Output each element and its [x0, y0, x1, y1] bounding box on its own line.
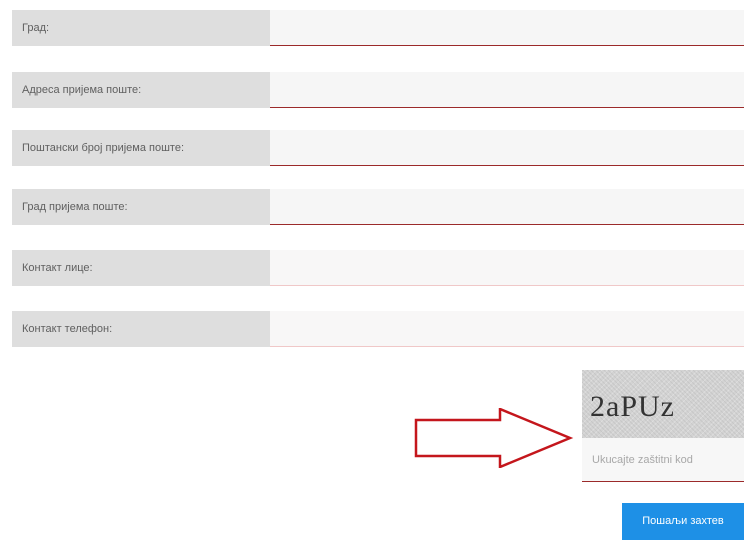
form-row-contact-phone: Контакт телефон:: [12, 311, 744, 347]
captcha-image: 2aPUz: [582, 370, 744, 438]
field-label-mail-address: Адреса пријема поште:: [12, 72, 270, 108]
city-input[interactable]: [270, 10, 744, 45]
contact-person-field-wrapper: [270, 250, 744, 286]
mail-address-input[interactable]: [270, 72, 744, 107]
field-label-city: Град:: [12, 10, 270, 46]
field-label-contact-phone: Контакт телефон:: [12, 311, 270, 347]
contact-phone-field-wrapper: [270, 311, 744, 347]
captcha-block: 2aPUz: [582, 370, 744, 482]
form-row-postal-code: Поштански број пријема поште:: [12, 130, 744, 166]
mail-city-input[interactable]: [270, 189, 744, 224]
field-label-postal-code: Поштански број пријема поште:: [12, 130, 270, 166]
form-row-mail-address: Адреса пријема поште:: [12, 72, 744, 108]
captcha-code: 2aPUz: [590, 390, 675, 423]
captcha-input[interactable]: [582, 438, 744, 481]
postal-code-field-wrapper: [270, 130, 744, 166]
mail-city-field-wrapper: [270, 189, 744, 225]
city-field-wrapper: [270, 10, 744, 46]
form-row-contact-person: Контакт лице:: [12, 250, 744, 286]
send-request-button[interactable]: Пошаљи захтев: [622, 503, 744, 540]
contact-person-input[interactable]: [270, 250, 744, 285]
postal-code-input[interactable]: [270, 130, 744, 165]
contact-phone-input[interactable]: [270, 311, 744, 346]
field-label-mail-city: Град пријема поште:: [12, 189, 270, 225]
mail-address-field-wrapper: [270, 72, 744, 108]
field-label-contact-person: Контакт лице:: [12, 250, 270, 286]
captcha-field-wrapper: [582, 438, 744, 482]
form-row-city: Град:: [12, 10, 744, 46]
red-arrow-icon: [414, 408, 574, 468]
form-row-mail-city: Град пријема поште:: [12, 189, 744, 225]
arrow-shape: [414, 408, 574, 468]
